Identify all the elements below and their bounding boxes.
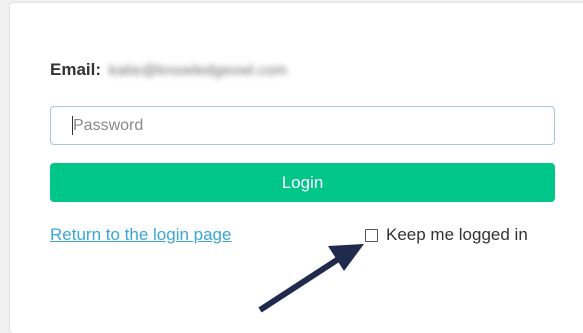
login-button[interactable]: Login [50,163,555,202]
keep-logged-in-label: Keep me logged in [386,225,528,244]
text-caret [72,116,73,135]
keep-logged-in-row[interactable]: Keep me logged in [365,225,528,245]
email-row: Email: katie@knowledgeowl.com [50,58,287,82]
return-to-login-link[interactable]: Return to the login page [50,225,231,245]
password-input[interactable] [50,106,555,145]
arrow-icon [258,244,364,313]
email-value: katie@knowledgeowl.com [109,61,288,79]
email-label: Email: [50,60,102,79]
